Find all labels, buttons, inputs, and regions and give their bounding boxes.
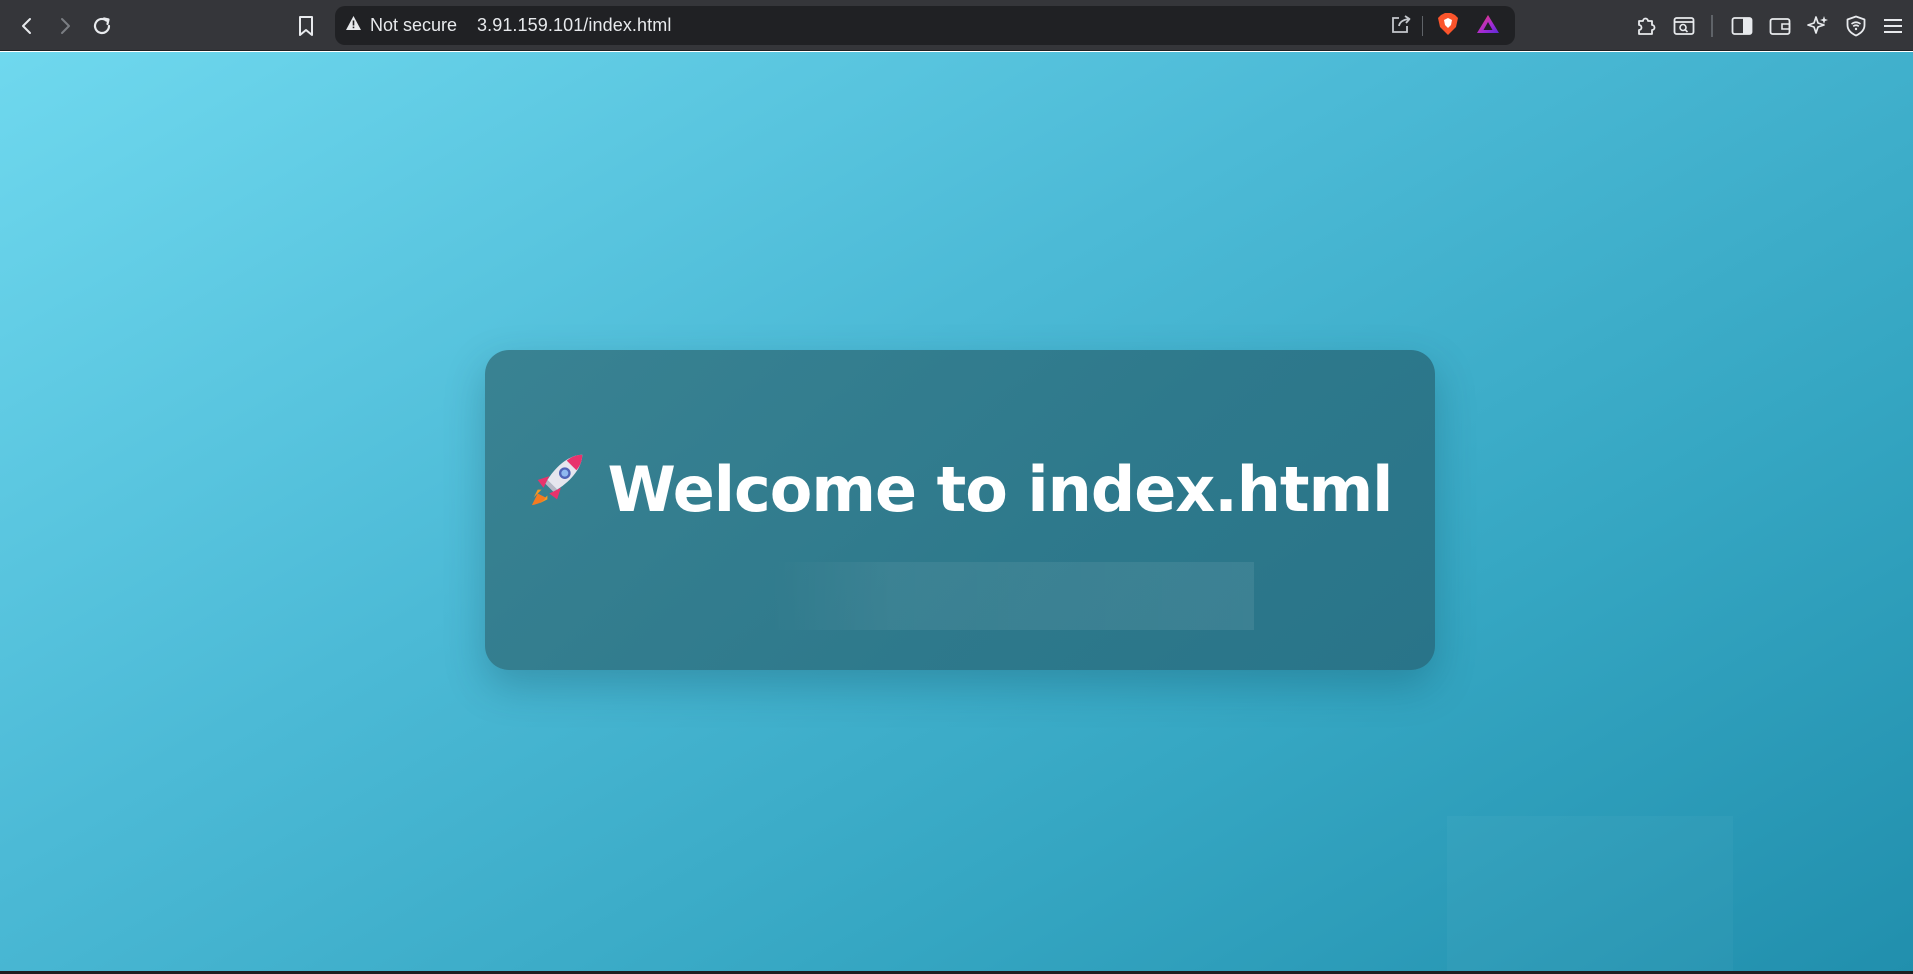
search-page-icon [1673, 16, 1695, 36]
sidebar-button[interactable] [1724, 8, 1760, 44]
warning-triangle-icon [345, 15, 362, 36]
url-text[interactable]: 3.91.159.101/index.html [477, 6, 671, 45]
sidebar-icon [1731, 16, 1753, 36]
forward-arrow-icon [56, 17, 74, 35]
toolbar-separator [1711, 15, 1713, 37]
page-heading: Welcome to index.html [485, 450, 1435, 534]
brave-rewards-button[interactable] [1474, 12, 1502, 40]
address-bar[interactable]: Not secure 3.91.159.101/index.html [335, 6, 1515, 45]
security-label: Not secure [370, 15, 458, 35]
welcome-card: Welcome to index.html [485, 350, 1435, 670]
security-indicator[interactable]: Not secure [345, 6, 457, 45]
wallet-icon [1769, 16, 1791, 36]
browser-toolbar: Not secure 3.91.159.101/index.html [0, 0, 1913, 51]
bookmark-button[interactable] [288, 8, 324, 44]
brave-rewards-triangle-icon [1476, 14, 1500, 39]
sparkle-icon [1807, 15, 1829, 37]
faint-background-panel [1447, 816, 1733, 971]
bookmark-icon [297, 15, 315, 37]
page-viewport: Welcome to index.html [0, 52, 1913, 971]
wallet-button[interactable] [1762, 8, 1798, 44]
omnibox-separator [1422, 16, 1423, 36]
vpn-shield-icon [1845, 15, 1867, 37]
hamburger-menu-icon [1883, 17, 1903, 35]
reload-icon [91, 15, 113, 37]
share-icon [1390, 14, 1412, 39]
vpn-button[interactable] [1838, 8, 1874, 44]
back-button[interactable] [9, 8, 45, 44]
card-placeholder-block [770, 562, 1254, 630]
leo-ai-button[interactable] [1800, 8, 1836, 44]
rocket-icon [528, 447, 590, 528]
puzzle-piece-icon [1635, 15, 1657, 37]
forward-button[interactable] [47, 8, 83, 44]
back-arrow-icon [18, 17, 36, 35]
search-page-button[interactable] [1666, 8, 1702, 44]
share-button[interactable] [1387, 12, 1415, 40]
page-heading-text: Welcome to index.html [607, 453, 1394, 526]
brave-lion-icon [1437, 12, 1459, 41]
reload-button[interactable] [84, 8, 120, 44]
brave-shields-button[interactable] [1434, 12, 1462, 40]
extensions-button[interactable] [1628, 8, 1664, 44]
main-menu-button[interactable] [1875, 8, 1911, 44]
